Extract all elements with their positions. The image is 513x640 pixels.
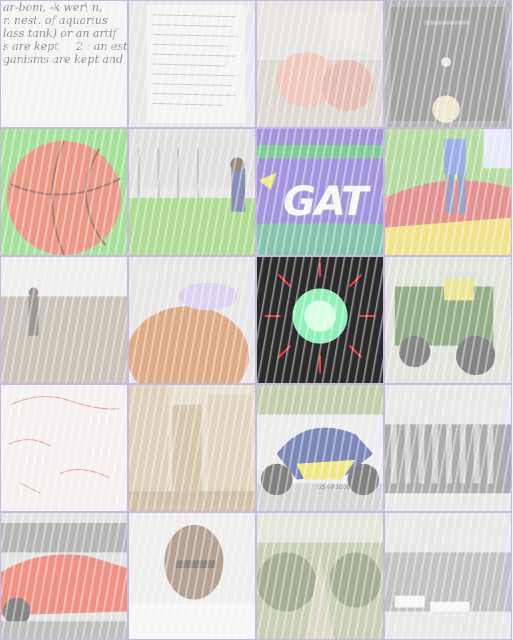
- dark-device-image: [385, 1, 511, 127]
- man-portrait-image: [129, 513, 255, 639]
- tile-pumpkin[interactable]: [128, 256, 256, 384]
- garden-path-image: [257, 513, 383, 639]
- image-grid: ar-bom, -k wer\ n, r. nest. of aquarius la…: [0, 0, 513, 640]
- tile-gat-sign[interactable]: GAT: [256, 128, 384, 256]
- field-person-image: [1, 257, 127, 383]
- tile-equipment[interactable]: [384, 384, 512, 512]
- tile-tractor[interactable]: [384, 256, 512, 384]
- tractor-image: [385, 257, 511, 383]
- tile-red-car[interactable]: [0, 512, 128, 640]
- tile-backyard-figure[interactable]: [128, 128, 256, 256]
- red-object-image: [257, 1, 383, 127]
- pumpkin-image: [129, 257, 255, 383]
- tile-basketball[interactable]: [0, 128, 128, 256]
- motorcycle-label: GSX-R1000: [317, 484, 351, 491]
- printed-sheet-image: [129, 1, 255, 127]
- motorcycle-image: [257, 385, 383, 511]
- tile-firework[interactable]: [256, 256, 384, 384]
- tile-playground-child[interactable]: [384, 128, 512, 256]
- tile-red-object[interactable]: [256, 0, 384, 128]
- doc-line: s are kept 2 : an est: [3, 40, 127, 53]
- tile-printed-sheet[interactable]: [128, 0, 256, 128]
- tile-sign-water[interactable]: [384, 512, 512, 640]
- doc-text: ar-bom, -k wer\ n, r. nest. of aquarius la…: [3, 1, 127, 66]
- tile-field-person[interactable]: [0, 256, 128, 384]
- gat-sign-text: GAT: [283, 179, 368, 225]
- tile-faint-drawing[interactable]: [0, 384, 128, 512]
- basketball-image: [1, 129, 127, 255]
- playground-child-image: [385, 129, 511, 255]
- equipment-image: [385, 385, 511, 511]
- doc-line: lass tank) or an artif: [3, 27, 117, 40]
- firework-image: [257, 257, 383, 383]
- tile-text-page[interactable]: ar-bom, -k wer\ n, r. nest. of aquarius la…: [0, 0, 128, 128]
- doc-line: r. nest. of aquarius: [3, 14, 108, 27]
- doc-line: ar-bom, -k wer\ n,: [3, 1, 103, 14]
- sign-water-image: [385, 513, 511, 639]
- tile-wooden-fence[interactable]: [128, 384, 256, 512]
- wooden-fence-image: [129, 385, 255, 511]
- backyard-figure-image: [129, 129, 255, 255]
- red-car-image: [1, 513, 127, 639]
- doc-line: ganisms are kept and: [3, 53, 124, 66]
- faint-drawing-image: [1, 385, 127, 511]
- tile-man-portrait[interactable]: [128, 512, 256, 640]
- tile-garden-path[interactable]: [256, 512, 384, 640]
- tile-motorcycle[interactable]: GSX-R1000: [256, 384, 384, 512]
- tile-dark-device[interactable]: [384, 0, 512, 128]
